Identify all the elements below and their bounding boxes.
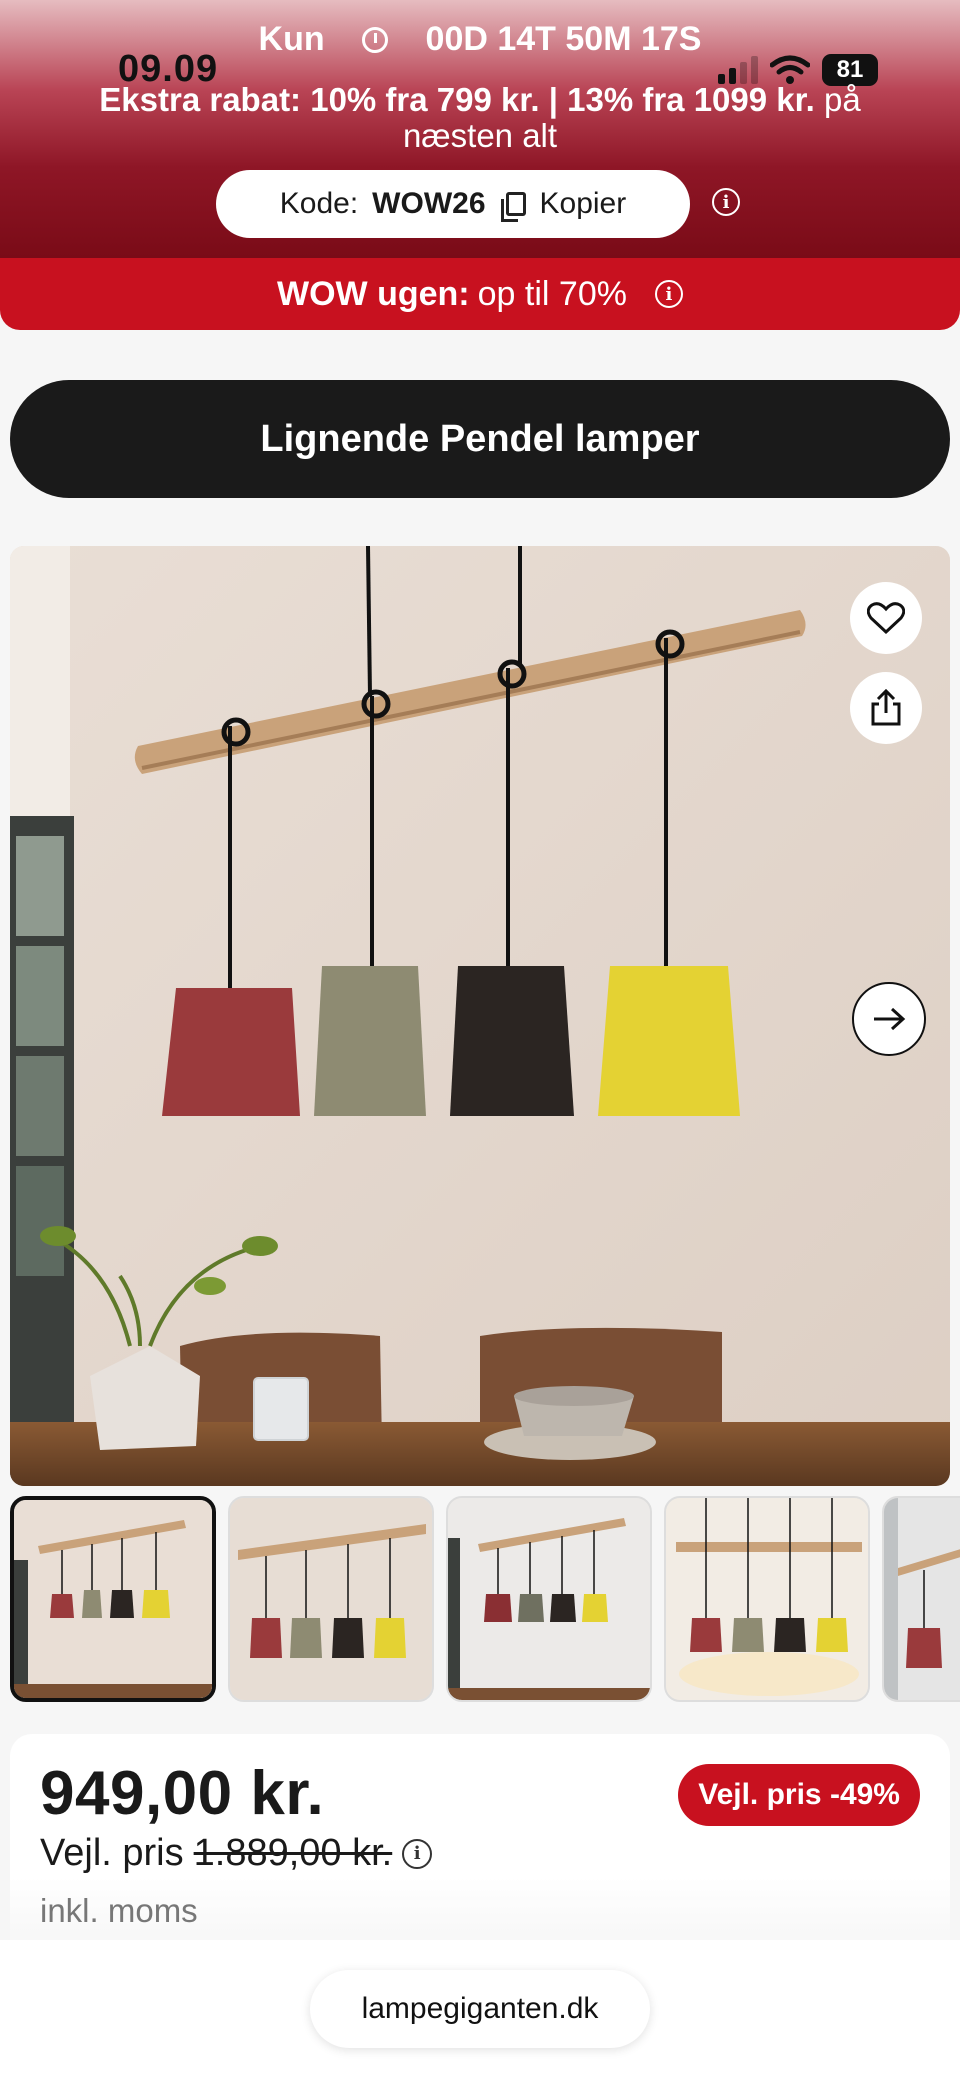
browser-bottom-bar: lampegiganten.dk xyxy=(0,1940,960,2081)
address-bar[interactable]: lampegiganten.dk xyxy=(310,1970,650,2048)
favorite-button[interactable] xyxy=(850,582,922,654)
thumbnail-3[interactable] xyxy=(446,1496,652,1702)
rrp-value: 1.889,00 kr. xyxy=(193,1832,393,1874)
rrp-label: Vejl. pris xyxy=(40,1832,184,1874)
thumbnail-4[interactable] xyxy=(664,1496,870,1702)
signal-icon xyxy=(718,56,758,84)
share-button[interactable] xyxy=(850,672,922,744)
thumbnail-5[interactable] xyxy=(882,1496,960,1702)
wow-week-banner[interactable]: WOW ugen: op til 70% i xyxy=(0,258,960,330)
rrp-info-icon[interactable]: i xyxy=(402,1838,433,1869)
thumbnail-strip xyxy=(10,1496,960,1706)
discount-badge: Vejl. pris -49% xyxy=(678,1764,920,1826)
promo-banner: Kun 00D 14T 50M 17S 09.09 81 Ekstra raba… xyxy=(0,0,960,258)
product-page: Kun 00D 14T 50M 17S 09.09 81 Ekstra raba… xyxy=(0,0,960,2081)
vat-note: inkl. moms xyxy=(40,1892,198,1929)
thumbnail-2[interactable] xyxy=(228,1496,434,1702)
next-image-button[interactable] xyxy=(852,982,926,1056)
countdown-value: 00D 14T 50M 17S xyxy=(425,20,702,58)
product-main-image[interactable] xyxy=(10,546,950,1486)
thumbnail-image xyxy=(884,1498,960,1700)
copy-button-label[interactable]: Kopier xyxy=(540,187,627,221)
heart-icon xyxy=(867,602,905,635)
extra-discount-bold: Ekstra rabat: 10% fra 799 kr. | 13% fra … xyxy=(99,81,815,118)
code-value: WOW26 xyxy=(372,187,486,220)
countdown-prefix: Kun xyxy=(258,20,325,58)
thumbnail-image xyxy=(14,1500,212,1698)
code-label: Kode: xyxy=(279,187,359,220)
promo-info-icon[interactable]: i xyxy=(712,188,740,216)
pendant-lamp-photo xyxy=(10,546,950,1486)
current-price: 949,00 kr. xyxy=(40,1759,325,1828)
thumbnail-image xyxy=(666,1498,868,1700)
recommended-price: Vejl. pris 1.889,00 kr. i xyxy=(40,1832,433,1875)
discount-code-pill[interactable]: Kode: WOW26 Kopier xyxy=(216,170,690,238)
thumbnail-1[interactable] xyxy=(10,1496,216,1702)
timer-icon xyxy=(362,27,389,53)
wow-rest: op til 70% xyxy=(477,274,627,313)
wow-info-icon[interactable]: i xyxy=(654,280,683,308)
extra-discount-text: Ekstra rabat: 10% fra 799 kr. | 13% fra … xyxy=(60,82,900,154)
similar-lamps-button[interactable]: Lignende Pendel lamper xyxy=(10,380,950,498)
share-icon xyxy=(871,689,901,726)
wow-bold: WOW ugen: xyxy=(277,274,470,313)
copy-icon xyxy=(500,192,526,222)
thumbnail-image xyxy=(448,1498,650,1700)
arrow-right-icon xyxy=(874,1007,906,1031)
thumbnail-image xyxy=(230,1498,432,1700)
